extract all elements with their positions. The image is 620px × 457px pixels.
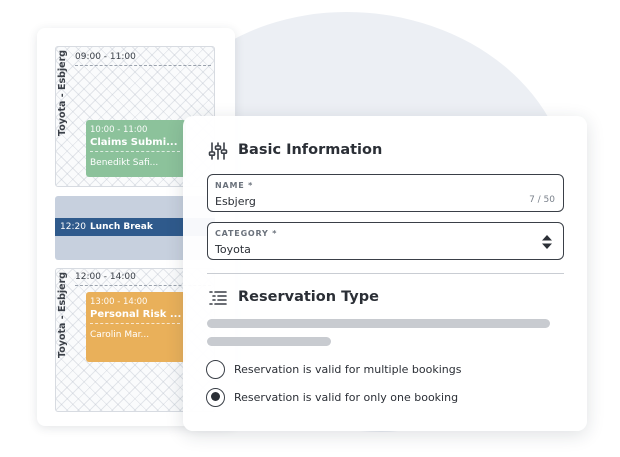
- slot-time-range: 12:00 - 14:00: [75, 272, 136, 282]
- event-card[interactable]: 10:00 - 11:00 Claims Submi... Benedikt S…: [86, 120, 186, 177]
- name-field[interactable]: NAME * Esbjerg 7 / 50: [207, 174, 564, 212]
- basic-info-title: Basic Information: [238, 142, 383, 158]
- event-divider: [90, 151, 180, 152]
- slot-time-range: 09:00 - 11:00: [75, 52, 136, 62]
- slot-divider: [75, 65, 211, 66]
- form-card: Basic Information NAME * Esbjerg 7 / 50 …: [183, 116, 587, 431]
- lunch-label: Lunch Break: [89, 222, 153, 232]
- event-time: 10:00 - 11:00: [90, 125, 148, 135]
- event-person: Benedikt Safi...: [90, 158, 159, 168]
- event-card[interactable]: 13:00 - 14:00 Personal Risk ... Carolin …: [86, 292, 186, 362]
- resource-label: Toyota - Esbjerg: [57, 49, 68, 136]
- name-label: NAME *: [215, 181, 254, 190]
- category-label: CATEGORY *: [215, 229, 278, 238]
- event-divider: [90, 323, 180, 324]
- placeholder-line: [207, 337, 331, 346]
- list-icon: [209, 291, 227, 305]
- radio-label: Reservation is valid for only one bookin…: [234, 390, 459, 404]
- option-multiple-bookings[interactable]: Reservation is valid for multiple bookin…: [206, 359, 461, 379]
- sliders-icon: [208, 142, 228, 160]
- radio-button-selected[interactable]: [206, 387, 225, 407]
- category-select[interactable]: CATEGORY * Toyota: [207, 222, 564, 260]
- event-title: Personal Risk ...: [90, 309, 182, 320]
- name-value[interactable]: Esbjerg: [215, 195, 256, 208]
- radio-button[interactable]: [206, 359, 225, 379]
- category-value: Toyota: [215, 243, 251, 256]
- event-person: Carolin Mar...: [90, 330, 150, 340]
- sort-arrows-icon[interactable]: [541, 234, 553, 250]
- section-divider: [207, 273, 564, 274]
- resource-label: Toyota - Esbjerg: [57, 271, 68, 358]
- lunch-time: 12:20: [60, 222, 86, 232]
- placeholder-line: [207, 319, 550, 328]
- name-char-counter: 7 / 50: [529, 195, 555, 205]
- option-single-booking[interactable]: Reservation is valid for only one bookin…: [206, 387, 458, 407]
- event-title: Claims Submi...: [90, 137, 178, 148]
- event-time: 13:00 - 14:00: [90, 297, 148, 307]
- radio-label: Reservation is valid for multiple bookin…: [234, 362, 462, 376]
- reservation-type-title: Reservation Type: [238, 289, 379, 305]
